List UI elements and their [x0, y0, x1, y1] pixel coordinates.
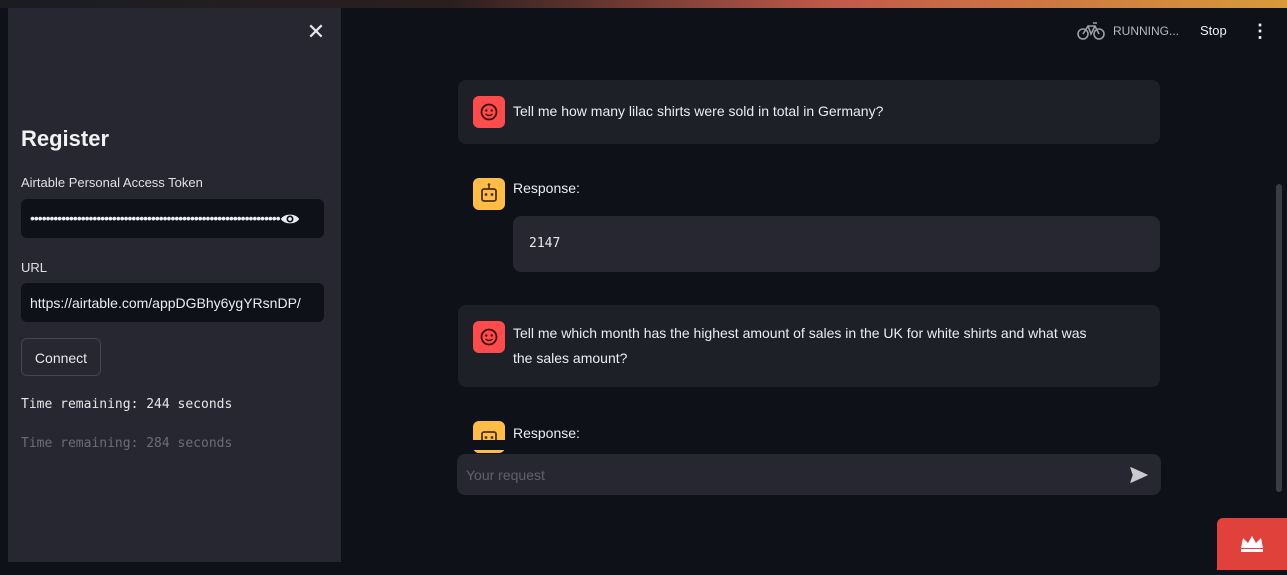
message-text-line2: the sales amount?	[513, 350, 628, 366]
user-avatar-icon	[473, 321, 505, 353]
top-status-line	[0, 0, 1287, 8]
scroll-clip	[441, 440, 1181, 450]
url-label: URL	[21, 260, 48, 275]
token-value[interactable]: ••••••••••••••••••••••••••••••••••••••••…	[30, 199, 281, 238]
response-label: Response:	[513, 180, 580, 196]
chat-input-box[interactable]	[457, 454, 1161, 495]
eye-icon[interactable]	[279, 209, 301, 229]
send-icon[interactable]	[1129, 465, 1149, 485]
message-text-line1: Tell me which month has the highest amou…	[513, 325, 1087, 341]
chat-input[interactable]	[466, 454, 1106, 495]
timer-text: Time remaining: 244 seconds	[21, 397, 233, 412]
running-status-text: RUNNING...	[1113, 24, 1179, 38]
running-status: RUNNING...	[1077, 22, 1179, 40]
message-text: Tell me how many lilac shirts were sold …	[513, 103, 884, 119]
response-box: 2147	[513, 216, 1160, 272]
bicycle-icon	[1077, 22, 1105, 40]
url-input[interactable]	[30, 283, 320, 322]
response-value: 2147	[529, 236, 561, 251]
url-field[interactable]	[21, 283, 324, 322]
token-label: Airtable Personal Access Token	[21, 175, 203, 190]
main-area: RUNNING... Stop ⋮ Tell me how many lilac…	[341, 8, 1287, 570]
token-field[interactable]: ••••••••••••••••••••••••••••••••••••••••…	[21, 199, 324, 238]
chat-message-user: Tell me which month has the highest amou…	[458, 305, 1160, 387]
timer-text-previous: Time remaining: 284 seconds	[21, 436, 233, 451]
stop-button[interactable]: Stop	[1200, 22, 1227, 40]
chat-message-user: Tell me how many lilac shirts were sold …	[458, 80, 1160, 144]
scrollbar[interactable]	[1276, 184, 1282, 492]
sidebar-title: Register	[21, 126, 110, 151]
connect-button[interactable]: Connect	[21, 338, 101, 376]
manage-app-button[interactable]	[1217, 518, 1287, 570]
sidebar: ✕ Register Airtable Personal Access Toke…	[8, 8, 341, 562]
crown-icon	[1241, 536, 1263, 552]
kebab-menu-icon[interactable]: ⋮	[1251, 22, 1269, 40]
bot-avatar-icon	[473, 178, 505, 210]
close-icon[interactable]: ✕	[306, 21, 326, 43]
user-avatar-icon	[473, 96, 505, 128]
